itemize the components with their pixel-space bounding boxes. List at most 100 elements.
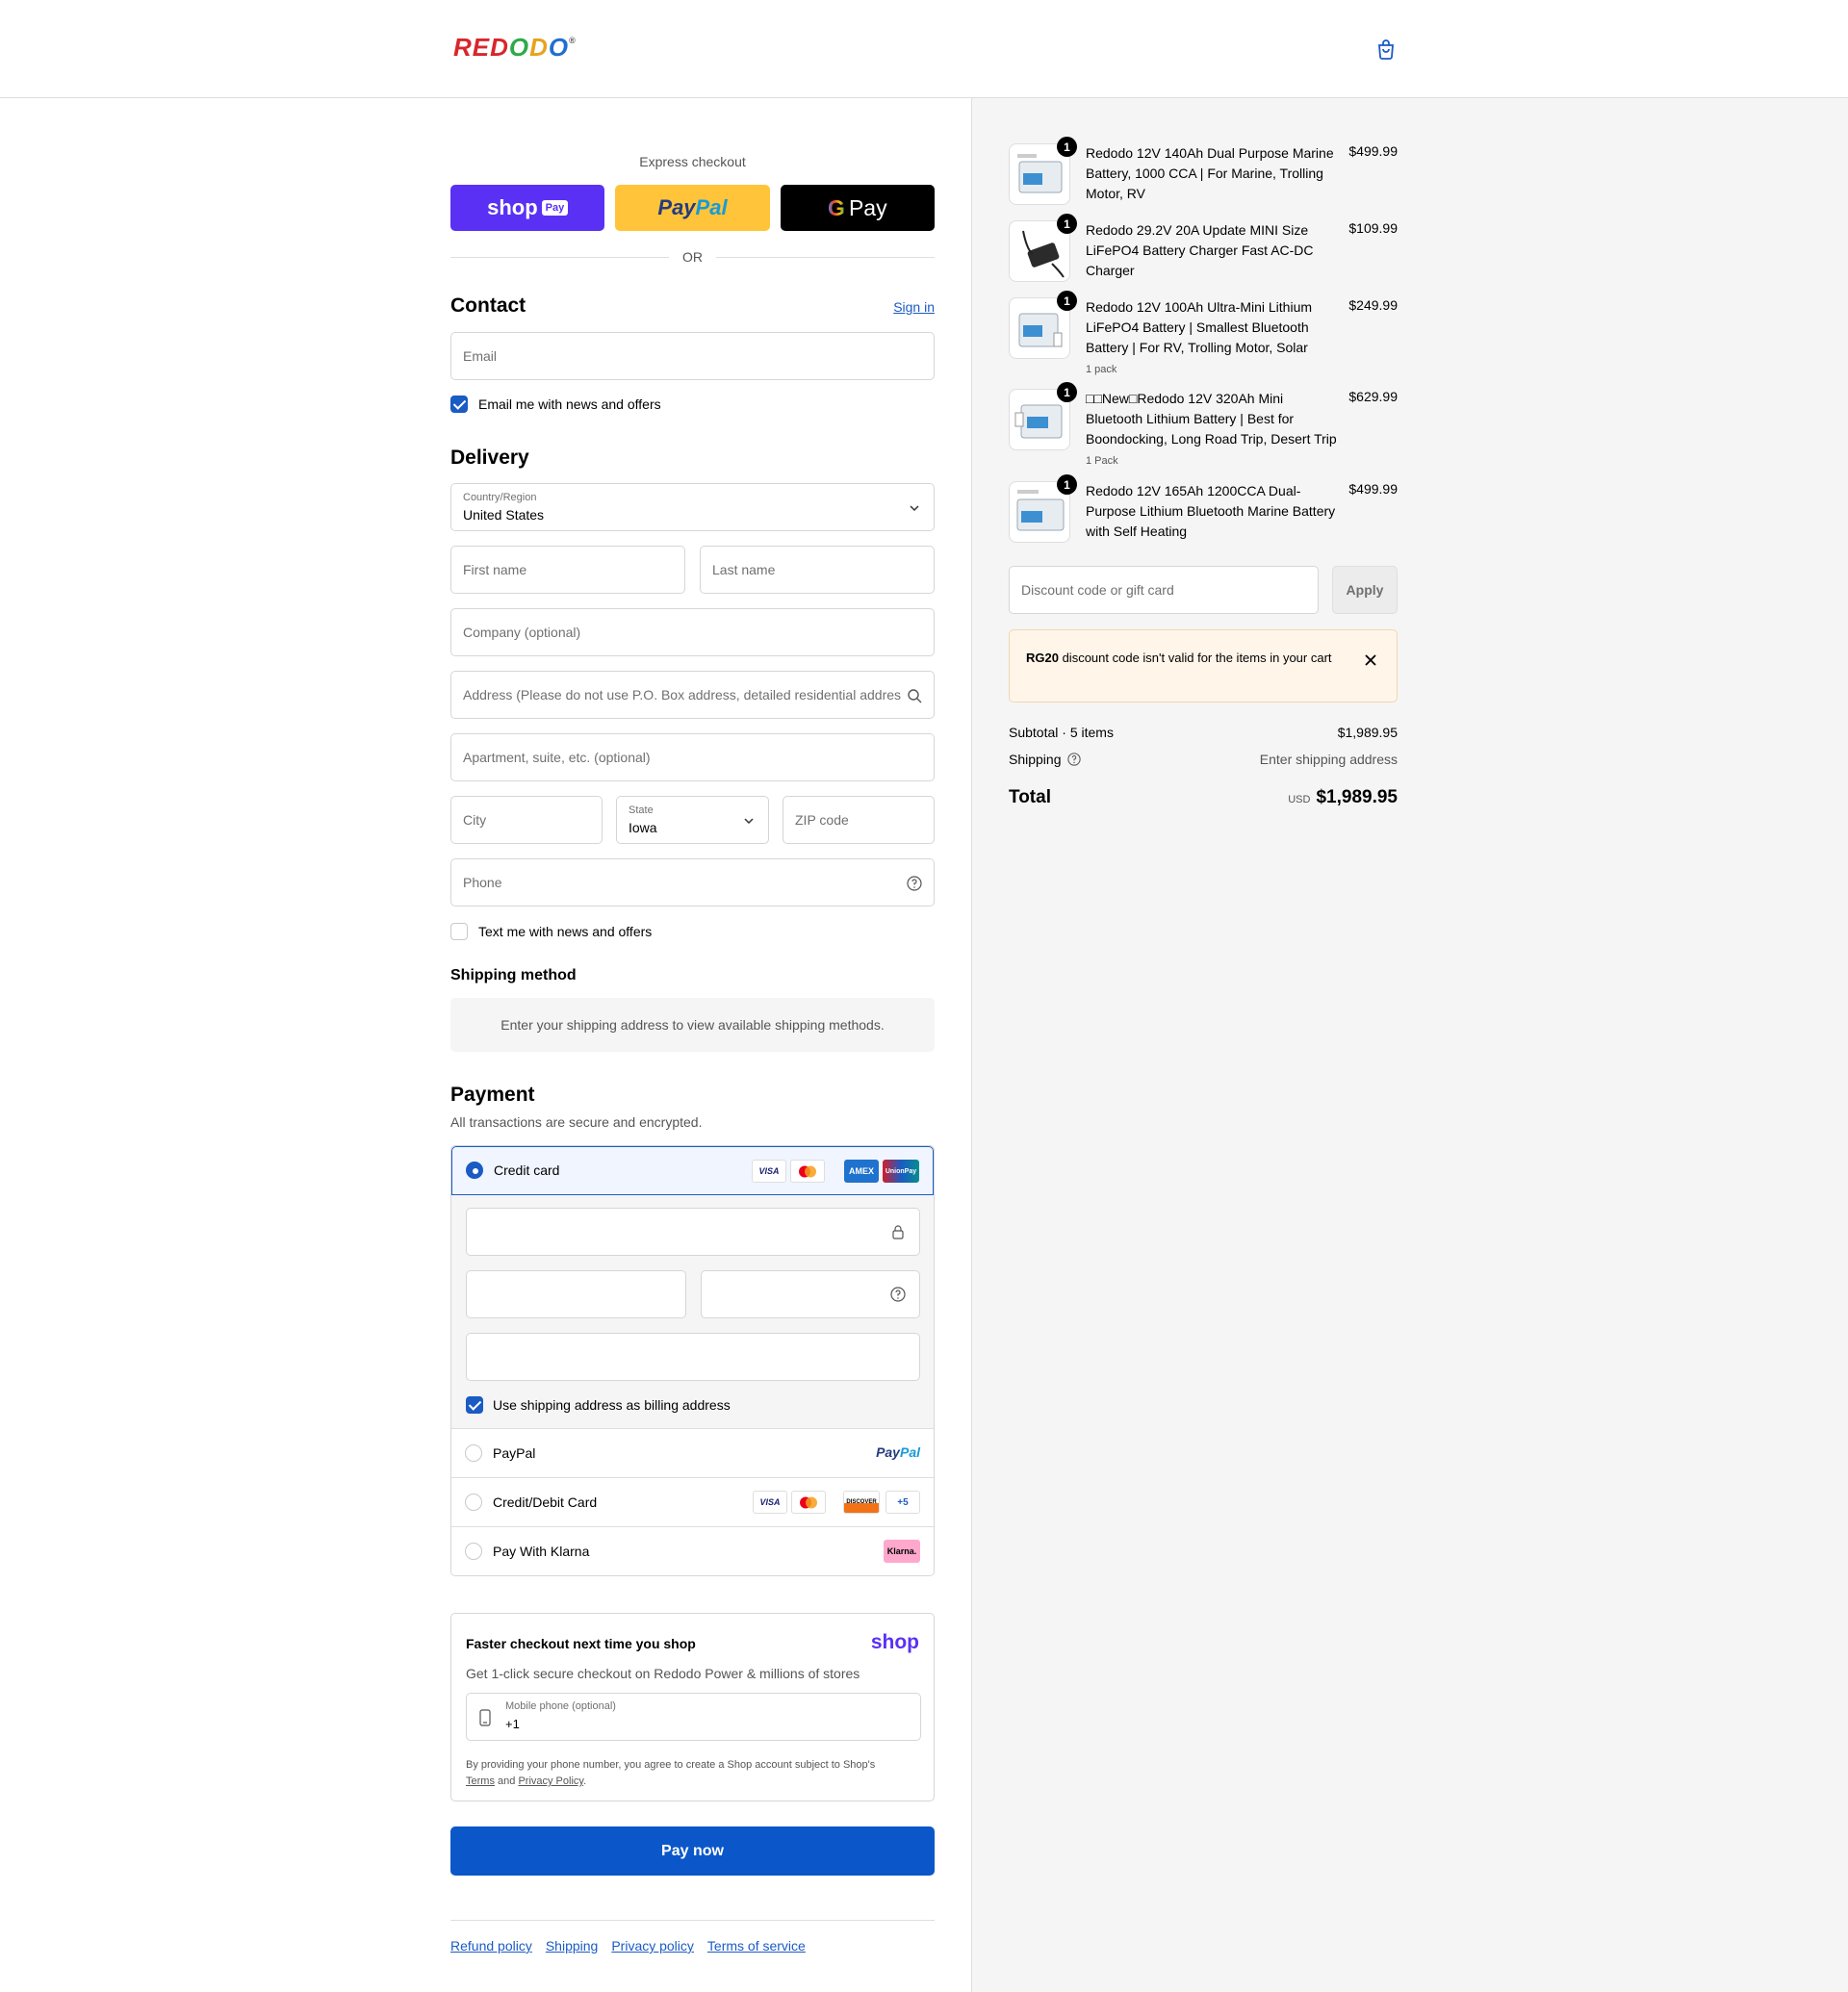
discount-error-notice: RG20 discount code isn't valid for the i…: [1009, 629, 1398, 702]
terms-link[interactable]: Terms: [466, 1775, 495, 1787]
item-price: $249.99: [1348, 297, 1398, 313]
text-news-label: Text me with news and offers: [478, 924, 653, 939]
item-variant: 1 pack: [1086, 364, 1117, 375]
footer-divider: [450, 1920, 935, 1921]
security-code-field[interactable]: [701, 1270, 920, 1318]
item-name: Redodo 12V 140Ah Dual Purpose Marine Bat…: [1086, 145, 1334, 201]
brand-logo[interactable]: RED O D O ®: [453, 33, 577, 62]
quantity-badge: 1: [1057, 291, 1077, 311]
shop-pay-button[interactable]: shop Pay: [450, 185, 605, 231]
shipping-row: Shipping Enter shipping address: [1009, 752, 1398, 767]
paypal-radio[interactable]: [465, 1444, 482, 1462]
currency-code: USD: [1288, 794, 1311, 805]
sign-in-link[interactable]: Sign in: [893, 299, 935, 315]
cart-item: 1 Redodo 12V 100Ah Ultra-Mini Lithium Li…: [1009, 291, 1398, 375]
lock-icon: [892, 1225, 904, 1239]
shop-legal-text: By providing your phone number, you agre…: [466, 1759, 876, 1787]
billing-same-checkbox[interactable]: [466, 1396, 483, 1414]
card-fields: Use shipping address as billing address: [451, 1195, 934, 1428]
shipping-label: Shipping: [1009, 752, 1062, 767]
klarna-option[interactable]: Pay With Klarna Klarna.: [451, 1526, 934, 1575]
visa-badge: VISA: [753, 1491, 787, 1514]
quantity-badge: 1: [1057, 382, 1077, 402]
search-icon: [908, 689, 922, 703]
help-icon[interactable]: [1066, 753, 1081, 766]
first-name-field[interactable]: First name: [450, 546, 685, 594]
google-pay-button[interactable]: G Pay: [780, 185, 935, 231]
close-icon[interactable]: [1364, 653, 1377, 667]
state-select[interactable]: State Iowa: [616, 796, 769, 844]
credit-card-option[interactable]: Credit card VISA AMEX UnionPay: [451, 1146, 934, 1195]
cart-item: 1 □□New□Redodo 12V 320Ah Mini Bluetooth …: [1009, 382, 1398, 467]
terms-of-service-link[interactable]: Terms of service: [707, 1938, 806, 1954]
shopping-bag-icon[interactable]: [1375, 38, 1397, 60]
country-select[interactable]: Country/Region United States: [450, 483, 935, 531]
privacy-policy-link[interactable]: Privacy policy: [611, 1938, 694, 1954]
privacy-link[interactable]: Privacy Policy: [518, 1775, 583, 1787]
payment-subtitle: All transactions are secure and encrypte…: [450, 1114, 703, 1130]
visa-badge: VISA: [752, 1160, 786, 1183]
item-price: $499.99: [1348, 143, 1398, 159]
name-on-card-field[interactable]: [466, 1333, 920, 1381]
paypal-button[interactable]: Pay Pal: [615, 185, 770, 231]
total-row: Total USD $1,989.95: [1009, 787, 1398, 808]
item-variant: 1 Pack: [1086, 455, 1118, 467]
total-value: $1,989.95: [1316, 787, 1398, 807]
amex-badge: AMEX: [844, 1160, 879, 1183]
quantity-badge: 1: [1057, 474, 1077, 495]
shipping-method-heading: Shipping method: [450, 967, 577, 983]
pay-now-button[interactable]: Pay now: [450, 1826, 935, 1876]
mastercard-badge: [790, 1160, 825, 1183]
mobile-phone-icon: [479, 1709, 491, 1726]
email-field[interactable]: Email: [450, 332, 935, 380]
shipping-link[interactable]: Shipping: [546, 1938, 599, 1954]
chevron-down-icon: [910, 505, 919, 512]
shipping-method-placeholder: Enter your shipping address to view avai…: [450, 998, 935, 1052]
phone-field[interactable]: Phone: [450, 858, 935, 907]
quantity-badge: 1: [1057, 137, 1077, 157]
discount-code: RG20: [1026, 651, 1059, 665]
item-price: $629.99: [1348, 389, 1398, 404]
apartment-field[interactable]: Apartment, suite, etc. (optional): [450, 733, 935, 781]
zip-field[interactable]: ZIP code: [783, 796, 935, 844]
paypal-option[interactable]: PayPal PayPal: [451, 1428, 934, 1477]
chevron-down-icon: [744, 818, 754, 825]
cart-item: 1 Redodo 12V 165Ah 1200CCA Dual-Purpose …: [1009, 474, 1398, 543]
text-news-checkbox[interactable]: [450, 923, 468, 940]
quantity-badge: 1: [1057, 214, 1077, 234]
discount-code-field[interactable]: Discount code or gift card: [1009, 566, 1319, 614]
last-name-field[interactable]: Last name: [700, 546, 935, 594]
google-icon: G: [828, 194, 845, 220]
express-checkout-title: Express checkout: [639, 154, 746, 169]
subtotal-value: $1,989.95: [1337, 725, 1398, 740]
payment-heading: Payment: [450, 1084, 535, 1106]
company-field[interactable]: Company (optional): [450, 608, 935, 656]
shop-promo-box: Faster checkout next time you shop shop …: [450, 1613, 935, 1801]
credit-card-radio[interactable]: [466, 1162, 483, 1179]
item-name: Redodo 12V 165Ah 1200CCA Dual-Purpose Li…: [1086, 483, 1336, 539]
cart-item: 1 Redodo 29.2V 20A Update MINI Size LiFe…: [1009, 214, 1398, 282]
item-price: $499.99: [1348, 481, 1398, 497]
apply-discount-button[interactable]: Apply: [1332, 566, 1398, 614]
address-field[interactable]: Address (Please do not use P.O. Box addr…: [450, 671, 935, 719]
item-name: □□New□Redodo 12V 320Ah Mini Bluetooth Li…: [1086, 389, 1338, 472]
item-price: $109.99: [1348, 220, 1398, 236]
email-news-label: Email me with news and offers: [478, 396, 661, 412]
credit-debit-option[interactable]: Credit/Debit Card VISA DISCOVER +5: [451, 1477, 934, 1526]
refund-policy-link[interactable]: Refund policy: [450, 1938, 532, 1954]
shop-promo-desc: Get 1-click secure checkout on Redodo Po…: [466, 1666, 860, 1681]
city-field[interactable]: City: [450, 796, 603, 844]
klarna-badge: Klarna.: [884, 1540, 920, 1563]
email-news-checkbox[interactable]: [450, 396, 468, 413]
shop-promo-title: Faster checkout next time you shop: [466, 1636, 696, 1651]
expiry-field[interactable]: [466, 1270, 686, 1318]
subtotal-row: Subtotal · 5 items $1,989.95: [1009, 725, 1398, 740]
help-icon: [907, 876, 922, 891]
item-name: Redodo 12V 100Ah Ultra-Mini Lithium LiFe…: [1086, 297, 1338, 380]
klarna-radio[interactable]: [465, 1543, 482, 1560]
credit-debit-radio[interactable]: [465, 1494, 482, 1511]
help-icon: [890, 1287, 906, 1302]
shipping-value: Enter shipping address: [1259, 752, 1398, 767]
card-number-field[interactable]: [466, 1208, 920, 1256]
mobile-phone-field[interactable]: Mobile phone (optional) +1: [466, 1693, 921, 1741]
